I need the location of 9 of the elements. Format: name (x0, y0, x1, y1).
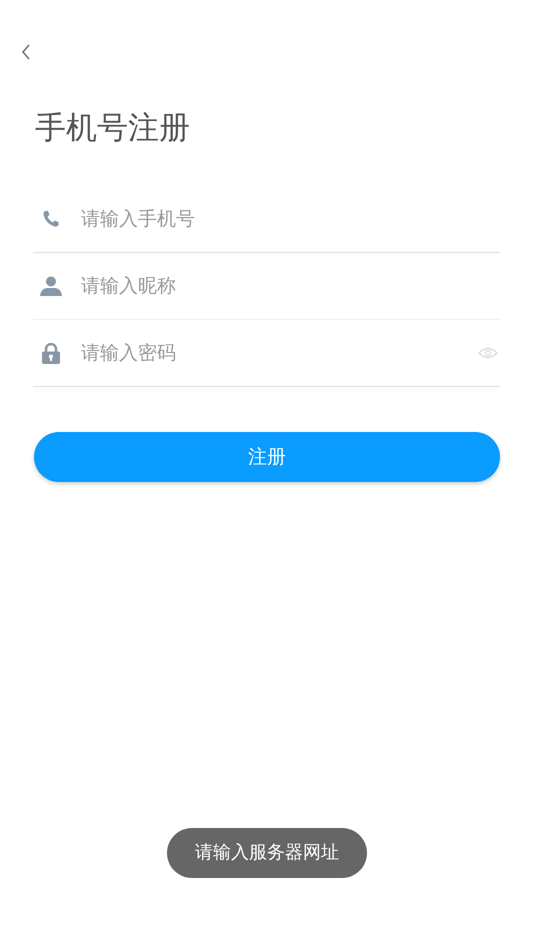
page-title: 手机号注册 (35, 109, 191, 148)
back-icon[interactable] (21, 44, 31, 60)
user-icon (40, 275, 62, 297)
input-field[interactable]: 请输入密码 (79, 332, 478, 374)
lock-icon (40, 342, 62, 364)
input-field[interactable]: 请输入手机号 (79, 198, 500, 240)
input-field[interactable]: 请输入昵称 (79, 265, 500, 307)
toast-message: 请输入服务器网址 (167, 828, 367, 878)
register-button[interactable]: 注册 (34, 432, 500, 482)
